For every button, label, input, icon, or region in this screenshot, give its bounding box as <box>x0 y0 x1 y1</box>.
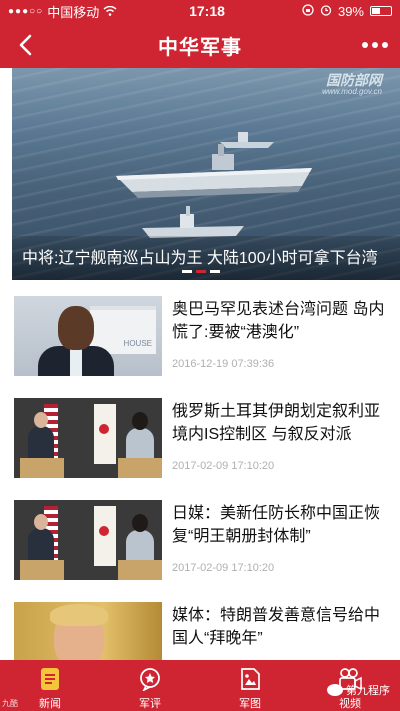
carousel-dot[interactable] <box>210 270 220 273</box>
battery-percent: 39% <box>337 3 364 19</box>
news-title: 媒体：特朗普发善意信号给中国人“拜晚年” <box>172 607 381 647</box>
lock-rotation-icon <box>302 3 314 19</box>
alarm-icon <box>320 4 332 19</box>
more-dot-icon <box>382 42 388 48</box>
star-bubble-icon <box>137 666 163 692</box>
podium <box>118 458 162 478</box>
tab-label: 新闻 <box>39 698 61 710</box>
watermark-url: www.mod.gov.cn <box>322 87 382 96</box>
banner-caption[interactable]: 中将:辽宁舰南巡占山为王 大陆100小时可拿下台湾 <box>22 244 378 268</box>
person-head <box>34 412 48 428</box>
podium <box>118 560 162 580</box>
page-title: 中华军事 <box>158 36 242 59</box>
japan-flag <box>94 404 116 464</box>
news-date: 2017-02-09 17:10:20 <box>172 562 275 574</box>
status-left: ●●●○○ 中国移动 <box>8 2 148 21</box>
japan-flag <box>94 506 116 566</box>
more-menu-button[interactable] <box>362 32 388 58</box>
news-item[interactable]: 俄罗斯土耳其伊朗划定叙利亚境内IS控制区 与叙反对派 2017-02-09 17… <box>14 398 394 498</box>
news-thumbnail <box>14 398 162 478</box>
person-head <box>132 412 148 430</box>
person-head <box>132 514 148 532</box>
carousel-dot-active[interactable] <box>196 270 206 273</box>
nav-bar: 中华军事 <box>0 22 400 68</box>
signal-icon: ●●●○○ <box>8 5 44 17</box>
news-thumbnail <box>14 500 162 580</box>
corner-watermark: 九酷 <box>2 699 18 708</box>
back-button[interactable] <box>10 30 40 60</box>
news-thumbnail <box>14 602 162 660</box>
person-head <box>58 306 94 350</box>
footer-watermark: 第九程序 <box>327 682 390 698</box>
banner-watermark: 国防部网 www.mod.gov.cn <box>322 73 382 98</box>
news-title: 奥巴马罕见表述台湾问题 岛内慌了:要被“港澳化” <box>172 301 385 341</box>
battery-icon <box>370 6 392 16</box>
news-item[interactable]: 奥巴马罕见表述台湾问题 岛内慌了:要被“港澳化” 2016-12-19 07:3… <box>14 296 394 396</box>
tab-pictures[interactable]: 军图 <box>200 660 300 711</box>
news-icon <box>37 666 63 692</box>
wechat-icon <box>327 684 343 696</box>
person-hair <box>50 604 108 626</box>
news-title: 日媒：美新任防长称中国正恢复“明王朝册封体制” <box>172 505 381 545</box>
tab-commentary[interactable]: 军评 <box>100 660 200 711</box>
tab-label: 军图 <box>239 698 261 710</box>
podium <box>20 458 64 478</box>
news-date: 2016-12-19 07:39:36 <box>172 358 275 370</box>
wifi-icon <box>103 4 117 19</box>
shirt-shape <box>70 348 82 376</box>
watermark-text: 第九程序 <box>346 685 390 697</box>
chevron-left-icon <box>19 34 32 56</box>
banner-carousel[interactable]: 国防部网 www.mod.gov.cn 中将:辽宁舰南巡占山为王 大陆100小时… <box>12 68 400 280</box>
status-time: 17:18 <box>189 3 225 19</box>
news-thumbnail <box>14 296 162 376</box>
news-date: 2017-02-09 17:10:20 <box>172 460 275 472</box>
status-bar: ●●●○○ 中国移动 17:18 39% <box>0 0 400 22</box>
news-item[interactable]: 日媒：美新任防长称中国正恢复“明王朝册封体制” 2017-02-09 17:10… <box>14 500 394 600</box>
podium <box>20 560 64 580</box>
news-item[interactable]: 媒体：特朗普发善意信号给中国人“拜晚年” <box>14 602 394 660</box>
carousel-indicator <box>182 270 220 273</box>
more-dot-icon <box>362 42 368 48</box>
more-dot-icon <box>372 42 378 48</box>
news-title: 俄罗斯土耳其伊朗划定叙利亚境内IS控制区 与叙反对派 <box>172 403 381 443</box>
carrier-label: 中国移动 <box>47 4 100 20</box>
tab-label: 军评 <box>139 698 161 710</box>
image-icon <box>237 666 263 692</box>
status-right: 39% <box>302 4 392 19</box>
carousel-dot[interactable] <box>182 270 192 273</box>
person-head <box>34 514 48 530</box>
